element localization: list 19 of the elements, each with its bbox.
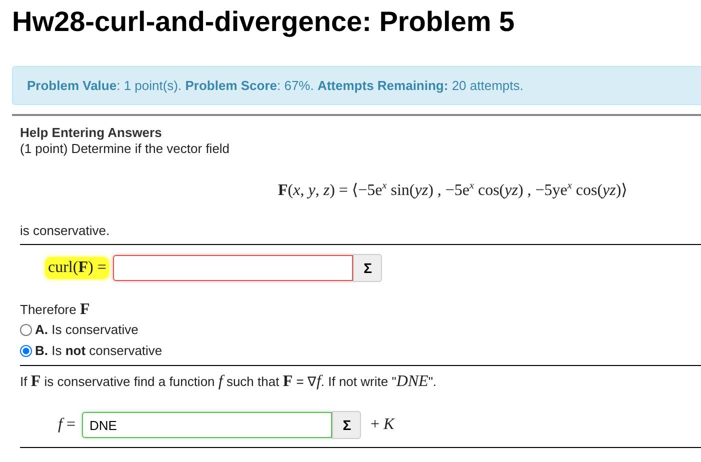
help-link[interactable]: Help Entering Answers	[20, 125, 162, 140]
question-text: If F is conservative find a function f such that F = ∇f. If not write "DNE".	[20, 373, 438, 391]
equation-editor-button[interactable]: Σ	[332, 411, 362, 439]
answer-label: f =	[57, 415, 76, 435]
answer-field[interactable]: DNE	[82, 412, 332, 438]
therefore-text: Therefore F	[20, 301, 91, 319]
radio-button[interactable]	[20, 344, 32, 356]
constant-term: + K	[370, 416, 394, 434]
radio-button[interactable]	[20, 324, 32, 336]
answer-field[interactable]	[113, 255, 354, 281]
info-bar: Problem Value: 1 point(s). Problem Score: 67%. Attempts Remaining: 20 attempts.	[12, 66, 701, 105]
option-label[interactable]: A. Is conservative	[35, 322, 138, 337]
page-title: Hw28-curl-and-divergence: Problem 5	[11, 5, 516, 39]
formula: F(x, y, z) = ⟨−5e$^{x}$ sin(yz) , −5e$^{x}$ cos(yz) , −5ye$^{x}$ cos(yz)⟩	[278, 182, 628, 199]
body-text: is conservative.	[20, 222, 111, 240]
option-label[interactable]: B. Is not conservative	[35, 343, 162, 358]
intro-text: (1 point) Determine if the vector field	[20, 140, 231, 158]
equation-editor-button[interactable]: Σ	[353, 254, 382, 282]
answer-label: curl(F) =	[45, 257, 110, 279]
